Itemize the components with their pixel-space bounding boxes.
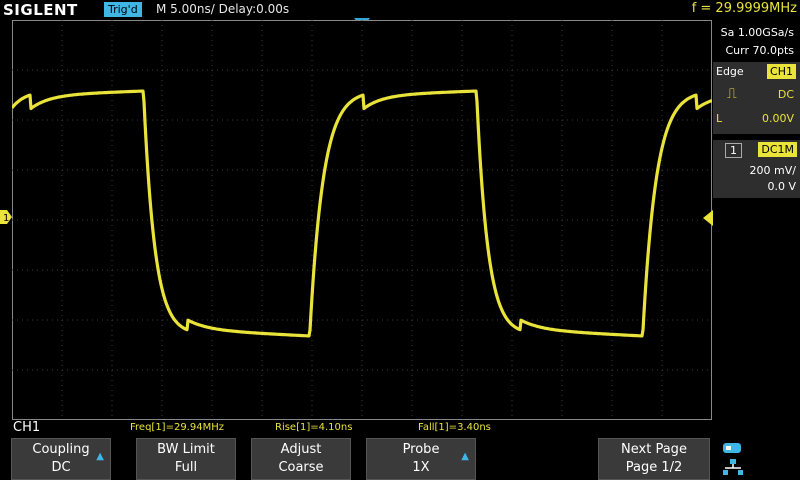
- vertical-offset: 0.0 V: [767, 180, 796, 193]
- rising-edge-icon: ⎍: [727, 86, 737, 102]
- channel-coupling: DC1M: [758, 142, 797, 157]
- trigger-status: Trig'd: [104, 2, 142, 17]
- sample-rate: Sa 1.00GSa/s: [720, 26, 794, 39]
- trigger-type: Edge: [716, 65, 744, 78]
- softkey-coupling[interactable]: Coupling DC ▲: [11, 438, 111, 480]
- measurement-fall-time: Fall[1]=3.40ns: [418, 422, 491, 433]
- timebase-readout: M 5.00ns/ Delay:0.00s: [156, 2, 290, 16]
- usb-icon: [723, 443, 741, 453]
- trigger-source: CH1: [767, 64, 796, 79]
- measurement-frequency: Freq[1]=29.94MHz: [130, 422, 224, 433]
- top-status-bar: SIGLENT Trig'd M 5.00ns/ Delay:0.00s f =…: [0, 0, 800, 20]
- softkey-adjust[interactable]: Adjust Coarse: [251, 438, 351, 480]
- up-arrow-icon: ▲: [461, 451, 469, 462]
- channel-marker-label: 1: [3, 213, 9, 224]
- softkey-probe[interactable]: Probe 1X ▲: [366, 438, 476, 480]
- trigger-panel[interactable]: Edge CH1 ⎍ DC L 0.00V: [713, 62, 800, 134]
- channel-1-panel[interactable]: 1 DC1M 200 mV/ 0.0 V: [713, 140, 800, 198]
- trigger-coupling: DC: [777, 88, 794, 101]
- memory-depth: Curr 70.0pts: [725, 44, 794, 57]
- frequency-counter: f = 29.9999MHz: [691, 1, 797, 16]
- trigger-level-marker[interactable]: [703, 210, 713, 226]
- channel-number: 1: [725, 143, 742, 158]
- trigger-level-value: 0.00V: [761, 112, 794, 125]
- measurement-channel: CH1: [13, 420, 41, 435]
- measurement-rise-time: Rise[1]=4.10ns: [275, 422, 353, 433]
- vertical-scale: 200 mV/: [749, 164, 796, 177]
- channel-1-offset-marker[interactable]: 1: [0, 210, 12, 224]
- waveform-display: [12, 20, 712, 420]
- brand-logo: SIGLENT: [3, 1, 78, 19]
- softkey-bw-limit[interactable]: BW Limit Full: [136, 438, 236, 480]
- up-arrow-icon: ▲: [96, 451, 104, 462]
- network-icon: [723, 459, 743, 475]
- softkey-next-page[interactable]: Next Page Page 1/2: [598, 438, 710, 480]
- trigger-level-label: L: [716, 112, 723, 125]
